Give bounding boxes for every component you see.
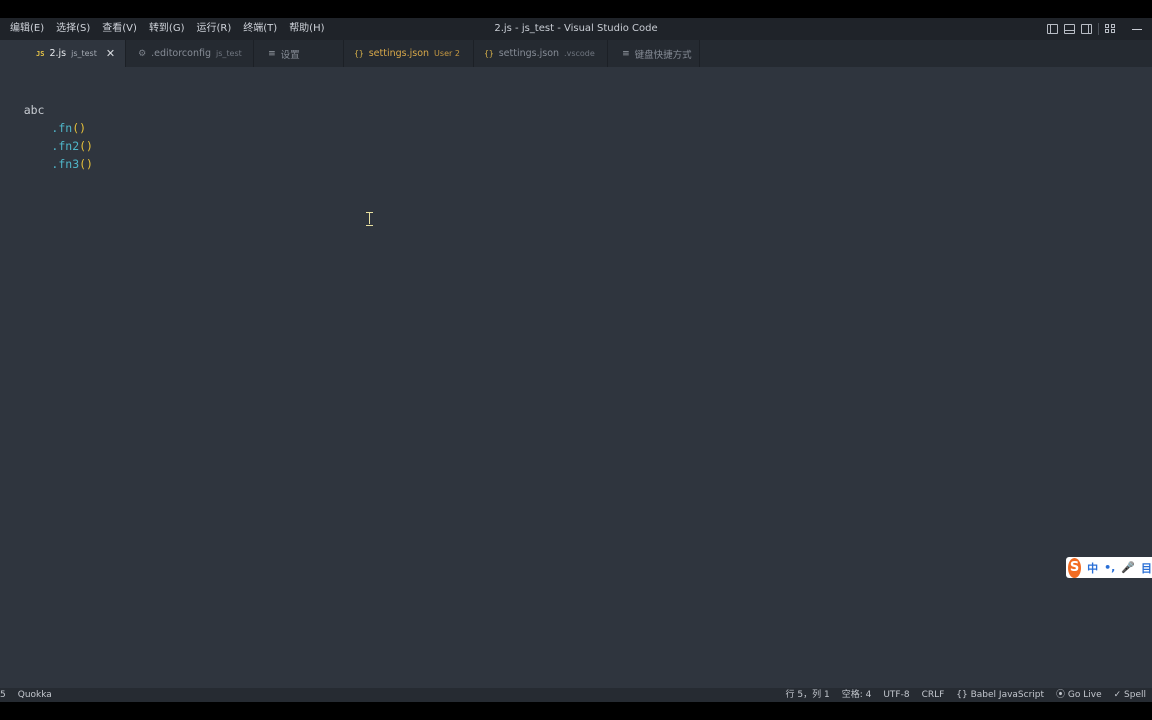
tab-description: .vscode bbox=[564, 49, 595, 58]
sogou-logo-icon[interactable]: S bbox=[1068, 557, 1082, 578]
paren-token: () bbox=[79, 157, 93, 171]
ime-language-toggle[interactable]: 中 bbox=[1087, 560, 1098, 576]
ime-more-icon[interactable]: 目 bbox=[1141, 560, 1152, 576]
tab-settings-ui[interactable]: ≡ 设置 bbox=[254, 40, 345, 67]
menu-run[interactable]: 运行(R) bbox=[191, 18, 238, 40]
title-bar: 编辑(E) 选择(S) 查看(V) 转到(G) 运行(R) 终端(T) 帮助(H… bbox=[0, 18, 1152, 40]
method-token: fn3 bbox=[58, 157, 80, 171]
code-line[interactable]: .fn3() bbox=[0, 137, 93, 171]
toggle-secondary-sidebar-icon[interactable] bbox=[1081, 24, 1092, 34]
status-bar: 5 Quokka 行 5，列 1 空格: 4 UTF-8 CRLF {} Bab… bbox=[0, 688, 1152, 702]
keyboard-shortcuts-icon: ≡ bbox=[622, 48, 630, 59]
tab-label: 设置 bbox=[280, 49, 300, 61]
ime-toolbar[interactable]: S 中 •, 🎤 目 bbox=[1066, 557, 1152, 578]
toggle-primary-sidebar-icon[interactable] bbox=[1047, 24, 1058, 34]
layout-controls bbox=[1047, 18, 1142, 40]
status-bar-right: 行 5，列 1 空格: 4 UTF-8 CRLF {} Babel JavaSc… bbox=[780, 688, 1152, 702]
status-quokka[interactable]: Quokka bbox=[12, 688, 58, 702]
title-divider bbox=[1098, 23, 1099, 35]
status-cursor-position[interactable]: 行 5，列 1 bbox=[780, 688, 836, 702]
tab-description: js_test bbox=[71, 49, 97, 58]
menu-edit[interactable]: 编辑(E) bbox=[4, 18, 50, 40]
menu-view[interactable]: 查看(V) bbox=[96, 18, 143, 40]
code-line[interactable]: .fn2() bbox=[0, 119, 93, 153]
customize-layout-icon[interactable] bbox=[1105, 24, 1116, 34]
javascript-file-icon: JS bbox=[36, 49, 45, 58]
tab-description: User 2 bbox=[434, 49, 460, 58]
status-spell[interactable]: ✓ Spell bbox=[1108, 688, 1152, 702]
tab-label: 键盘快捷方式 bbox=[634, 49, 692, 61]
status-line-ending[interactable]: CRLF bbox=[916, 688, 951, 702]
menu-go[interactable]: 转到(G) bbox=[143, 18, 191, 40]
status-encoding[interactable]: UTF-8 bbox=[877, 688, 915, 702]
ime-punctuation-toggle[interactable]: •, bbox=[1104, 561, 1115, 574]
menu-selection[interactable]: 选择(S) bbox=[50, 18, 96, 40]
tab-keyboard-shortcuts[interactable]: ≡ 键盘快捷方式 bbox=[608, 40, 701, 67]
text-cursor-icon bbox=[366, 212, 373, 226]
status-go-live[interactable]: ⦿ Go Live bbox=[1050, 688, 1108, 702]
close-icon[interactable]: ✕ bbox=[106, 47, 115, 60]
bottom-letterbox bbox=[0, 702, 1152, 720]
json-braces-icon: {} bbox=[354, 49, 364, 58]
toggle-panel-icon[interactable] bbox=[1064, 24, 1075, 34]
status-count[interactable]: 5 bbox=[0, 688, 12, 702]
menu-bar: 编辑(E) 选择(S) 查看(V) 转到(G) 运行(R) 终端(T) 帮助(H… bbox=[0, 18, 331, 40]
settings-lines-icon: ≡ bbox=[268, 48, 276, 59]
tab-2-js[interactable]: JS 2.js js_test ✕ bbox=[0, 40, 127, 67]
menu-terminal[interactable]: 终端(T) bbox=[237, 18, 283, 40]
tab-description: js_test bbox=[216, 49, 242, 58]
tab-label: .editorconfig bbox=[151, 48, 211, 59]
tab-settings-json-user[interactable]: {} settings.json User 2 bbox=[344, 40, 475, 67]
tab-label: settings.json bbox=[498, 48, 560, 59]
tab-label: settings.json bbox=[368, 48, 430, 59]
gear-icon: ⚙ bbox=[138, 48, 147, 59]
code-line[interactable]: .fn() bbox=[0, 101, 86, 135]
status-indentation[interactable]: 空格: 4 bbox=[836, 688, 878, 702]
microphone-icon[interactable]: 🎤 bbox=[1121, 561, 1135, 574]
menu-help[interactable]: 帮助(H) bbox=[283, 18, 330, 40]
json-braces-icon: {} bbox=[484, 49, 494, 58]
status-bar-left: 5 Quokka bbox=[0, 688, 58, 702]
tab-settings-json-vscode[interactable]: {} settings.json .vscode bbox=[474, 40, 609, 67]
status-language-mode[interactable]: {} Babel JavaScript bbox=[950, 688, 1050, 702]
code-editor[interactable]: abc .fn() .fn2() .fn3() bbox=[0, 67, 1152, 688]
tab-label: 2.js bbox=[49, 48, 67, 59]
tab-editorconfig[interactable]: ⚙ .editorconfig js_test bbox=[126, 40, 255, 67]
top-letterbox bbox=[0, 0, 1152, 18]
editor-tab-bar: JS 2.js js_test ✕ ⚙ .editorconfig js_tes… bbox=[0, 40, 1152, 67]
minimize-icon[interactable] bbox=[1132, 28, 1142, 30]
code-line[interactable]: abc bbox=[0, 83, 45, 117]
